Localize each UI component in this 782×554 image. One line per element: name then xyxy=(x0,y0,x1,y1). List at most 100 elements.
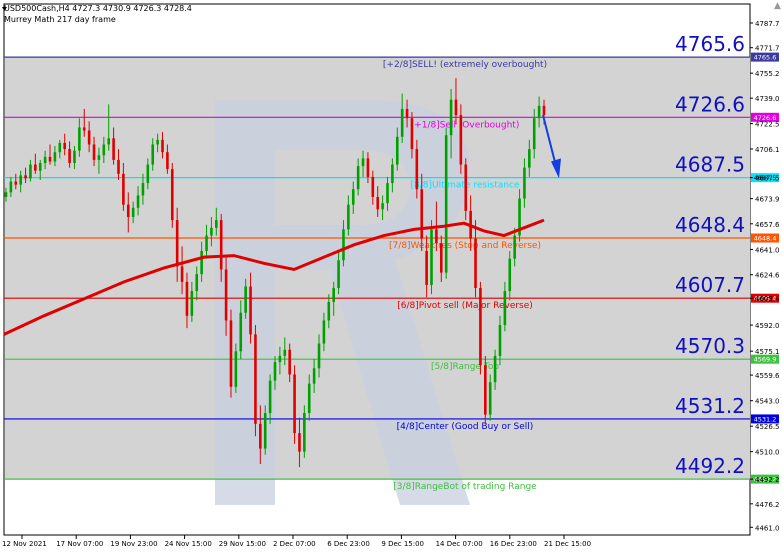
candle-body xyxy=(479,288,482,366)
candle-body xyxy=(347,204,350,230)
y-tick-label: 4771.7 xyxy=(755,45,780,53)
candle-body xyxy=(102,144,106,156)
y-tick-label: 4526.5 xyxy=(755,423,780,431)
candle-body xyxy=(263,413,267,449)
candle-body xyxy=(34,164,37,171)
candle-body xyxy=(92,144,96,160)
candle-body xyxy=(317,343,321,369)
candle-body xyxy=(366,158,370,177)
candle-body xyxy=(405,108,409,119)
candle-body xyxy=(312,368,316,384)
candle-body xyxy=(439,243,443,273)
candle-body xyxy=(185,281,189,316)
indicator-name: Murrey Math 217 day frame xyxy=(4,15,116,24)
x-tick-label: 16 Dec 23:00 xyxy=(490,540,537,548)
level-price-tag-text: 4569.9 xyxy=(754,356,777,364)
candle-body xyxy=(219,220,223,270)
candle-body xyxy=(249,286,252,335)
candle-body xyxy=(508,258,512,292)
candle-body xyxy=(43,156,47,163)
x-tick-label: 6 Dec 23:00 xyxy=(327,540,370,548)
level-price-label: 4765.6 xyxy=(675,32,745,56)
candle-body xyxy=(146,164,150,184)
level-label: [7/8]Weak res (Stop and Reverse) xyxy=(389,241,541,251)
candle-body xyxy=(386,183,389,204)
candle-body xyxy=(513,235,516,259)
level-label: [5/8]Range Top xyxy=(431,362,499,372)
y-tick-label: 4787.7 xyxy=(755,20,780,28)
candle-body xyxy=(210,227,213,236)
candle xyxy=(254,325,257,437)
level-price-tag-text: 4765.6 xyxy=(754,54,777,62)
candle-body xyxy=(205,235,208,251)
candle-body xyxy=(474,238,477,289)
candle-body xyxy=(288,349,291,375)
candle-body xyxy=(293,374,296,434)
x-tick-label: 12 Nov 2021 xyxy=(2,540,47,548)
candle-body xyxy=(224,269,228,321)
candle-body xyxy=(87,130,91,145)
level-price-label: 4607.7 xyxy=(675,273,745,297)
candle-body xyxy=(107,138,111,145)
x-tick-label: 24 Nov 15:00 xyxy=(165,540,212,548)
candle-body xyxy=(395,136,399,165)
candle-body xyxy=(156,139,159,145)
candle xyxy=(430,220,433,295)
candle-body xyxy=(332,288,335,302)
candle-body xyxy=(112,138,115,160)
x-tick-label: 17 Nov 07:00 xyxy=(56,540,103,548)
y-tick-label: 4687.5 xyxy=(755,175,780,183)
symbol-info: USD500Cash,H4 4727.3 4730.9 4726.3 4728.… xyxy=(4,4,192,13)
candle-body xyxy=(381,203,384,210)
candle xyxy=(464,158,468,221)
candle-body xyxy=(259,423,262,449)
candle-body xyxy=(234,351,238,387)
candle-body xyxy=(97,155,101,160)
candle xyxy=(444,127,448,279)
candle-body xyxy=(14,181,18,185)
y-tick-label: 4575.1 xyxy=(755,348,780,356)
candle-body xyxy=(53,152,57,162)
candle-body xyxy=(420,189,424,239)
candle-body xyxy=(190,291,194,316)
candle xyxy=(229,309,233,398)
candle-body xyxy=(351,189,355,205)
candle xyxy=(170,162,174,228)
candle-body xyxy=(78,127,81,151)
y-tick-label: 4461.0 xyxy=(755,524,780,532)
candle-body xyxy=(63,142,66,150)
candle-body xyxy=(131,207,135,218)
candle-body xyxy=(4,192,8,197)
y-tick-label: 4476.2 xyxy=(755,501,780,509)
candle-body xyxy=(459,115,463,165)
candle-body xyxy=(444,135,448,273)
candle-body xyxy=(73,150,76,163)
level-price-tag-text: 4648.4 xyxy=(754,235,777,243)
candle xyxy=(484,355,487,424)
candle-body xyxy=(200,250,203,275)
candle-body xyxy=(82,127,86,131)
x-tick-label: 14 Dec 07:00 xyxy=(436,540,483,548)
level-price-label: 4726.6 xyxy=(675,92,745,116)
candle-body xyxy=(430,229,433,285)
level-label: [4/8]Center (Good Buy or Sell) xyxy=(397,422,534,432)
y-tick-label: 4592.0 xyxy=(755,322,780,330)
level-label: [+2/8]SELL! (extremely overbought) xyxy=(383,60,547,70)
candle-body xyxy=(254,334,257,424)
candle-body xyxy=(58,142,62,153)
scroll-up-icon: ▲ xyxy=(774,1,781,11)
candle-body xyxy=(303,413,306,452)
candle-body xyxy=(307,383,311,414)
level-price-label: 4687.5 xyxy=(675,153,745,177)
candle-body xyxy=(400,108,404,137)
y-tick-label: 4657.6 xyxy=(755,221,780,229)
candle-body xyxy=(523,167,526,199)
candle-body xyxy=(122,173,125,205)
candle-body xyxy=(342,229,345,261)
y-tick-label: 4609.4 xyxy=(755,295,780,303)
candle-body xyxy=(503,291,507,326)
x-tick-label: 2 Dec 07:00 xyxy=(273,540,316,548)
level-price-label: 4570.3 xyxy=(675,334,745,358)
candle-body xyxy=(361,158,365,167)
y-tick-label: 4739.0 xyxy=(755,95,780,103)
